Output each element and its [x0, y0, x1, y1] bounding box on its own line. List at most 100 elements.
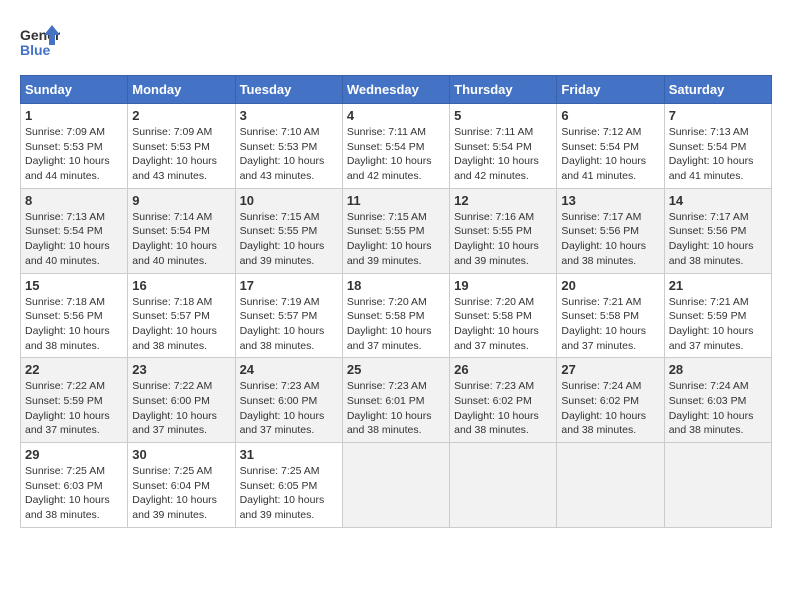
day-info: Sunrise: 7:18 AM Sunset: 5:57 PM Dayligh…: [132, 295, 230, 354]
calendar-cell: 19 Sunrise: 7:20 AM Sunset: 5:58 PM Dayl…: [450, 273, 557, 358]
day-info: Sunrise: 7:15 AM Sunset: 5:55 PM Dayligh…: [240, 210, 338, 269]
day-number: 19: [454, 278, 552, 293]
calendar-day-header: Saturday: [664, 76, 771, 104]
calendar-cell: 31 Sunrise: 7:25 AM Sunset: 6:05 PM Dayl…: [235, 443, 342, 528]
day-number: 17: [240, 278, 338, 293]
calendar-week-row: 8 Sunrise: 7:13 AM Sunset: 5:54 PM Dayli…: [21, 188, 772, 273]
day-info: Sunrise: 7:25 AM Sunset: 6:03 PM Dayligh…: [25, 464, 123, 523]
svg-text:Blue: Blue: [20, 42, 51, 58]
calendar-day-header: Thursday: [450, 76, 557, 104]
day-number: 14: [669, 193, 767, 208]
day-info: Sunrise: 7:20 AM Sunset: 5:58 PM Dayligh…: [347, 295, 445, 354]
calendar-day-header: Monday: [128, 76, 235, 104]
calendar-cell: 8 Sunrise: 7:13 AM Sunset: 5:54 PM Dayli…: [21, 188, 128, 273]
logo-icon: General Blue: [20, 20, 60, 60]
day-number: 30: [132, 447, 230, 462]
day-number: 24: [240, 362, 338, 377]
day-info: Sunrise: 7:23 AM Sunset: 6:01 PM Dayligh…: [347, 379, 445, 438]
page-header: General Blue: [20, 20, 772, 60]
calendar-cell: 20 Sunrise: 7:21 AM Sunset: 5:58 PM Dayl…: [557, 273, 664, 358]
calendar-cell: 3 Sunrise: 7:10 AM Sunset: 5:53 PM Dayli…: [235, 104, 342, 189]
calendar-cell: 25 Sunrise: 7:23 AM Sunset: 6:01 PM Dayl…: [342, 358, 449, 443]
calendar-cell: 2 Sunrise: 7:09 AM Sunset: 5:53 PM Dayli…: [128, 104, 235, 189]
calendar-cell: 13 Sunrise: 7:17 AM Sunset: 5:56 PM Dayl…: [557, 188, 664, 273]
day-info: Sunrise: 7:16 AM Sunset: 5:55 PM Dayligh…: [454, 210, 552, 269]
calendar-cell: 9 Sunrise: 7:14 AM Sunset: 5:54 PM Dayli…: [128, 188, 235, 273]
calendar-cell: [450, 443, 557, 528]
calendar-cell: 5 Sunrise: 7:11 AM Sunset: 5:54 PM Dayli…: [450, 104, 557, 189]
day-info: Sunrise: 7:09 AM Sunset: 5:53 PM Dayligh…: [25, 125, 123, 184]
calendar-cell: 23 Sunrise: 7:22 AM Sunset: 6:00 PM Dayl…: [128, 358, 235, 443]
day-number: 11: [347, 193, 445, 208]
calendar-header-row: SundayMondayTuesdayWednesdayThursdayFrid…: [21, 76, 772, 104]
calendar-cell: 4 Sunrise: 7:11 AM Sunset: 5:54 PM Dayli…: [342, 104, 449, 189]
day-info: Sunrise: 7:21 AM Sunset: 5:58 PM Dayligh…: [561, 295, 659, 354]
calendar-cell: 30 Sunrise: 7:25 AM Sunset: 6:04 PM Dayl…: [128, 443, 235, 528]
calendar-week-row: 15 Sunrise: 7:18 AM Sunset: 5:56 PM Dayl…: [21, 273, 772, 358]
calendar-cell: 15 Sunrise: 7:18 AM Sunset: 5:56 PM Dayl…: [21, 273, 128, 358]
day-number: 7: [669, 108, 767, 123]
calendar-week-row: 22 Sunrise: 7:22 AM Sunset: 5:59 PM Dayl…: [21, 358, 772, 443]
day-number: 27: [561, 362, 659, 377]
calendar-table: SundayMondayTuesdayWednesdayThursdayFrid…: [20, 75, 772, 528]
day-info: Sunrise: 7:24 AM Sunset: 6:02 PM Dayligh…: [561, 379, 659, 438]
day-number: 12: [454, 193, 552, 208]
day-info: Sunrise: 7:15 AM Sunset: 5:55 PM Dayligh…: [347, 210, 445, 269]
day-info: Sunrise: 7:11 AM Sunset: 5:54 PM Dayligh…: [347, 125, 445, 184]
calendar-day-header: Wednesday: [342, 76, 449, 104]
day-info: Sunrise: 7:18 AM Sunset: 5:56 PM Dayligh…: [25, 295, 123, 354]
day-number: 5: [454, 108, 552, 123]
day-number: 26: [454, 362, 552, 377]
day-info: Sunrise: 7:09 AM Sunset: 5:53 PM Dayligh…: [132, 125, 230, 184]
day-number: 15: [25, 278, 123, 293]
calendar-day-header: Friday: [557, 76, 664, 104]
day-info: Sunrise: 7:14 AM Sunset: 5:54 PM Dayligh…: [132, 210, 230, 269]
day-info: Sunrise: 7:20 AM Sunset: 5:58 PM Dayligh…: [454, 295, 552, 354]
calendar-cell: 16 Sunrise: 7:18 AM Sunset: 5:57 PM Dayl…: [128, 273, 235, 358]
day-number: 8: [25, 193, 123, 208]
calendar-cell: [664, 443, 771, 528]
calendar-week-row: 1 Sunrise: 7:09 AM Sunset: 5:53 PM Dayli…: [21, 104, 772, 189]
day-number: 25: [347, 362, 445, 377]
day-number: 28: [669, 362, 767, 377]
day-number: 23: [132, 362, 230, 377]
calendar-cell: 7 Sunrise: 7:13 AM Sunset: 5:54 PM Dayli…: [664, 104, 771, 189]
day-info: Sunrise: 7:23 AM Sunset: 6:00 PM Dayligh…: [240, 379, 338, 438]
day-info: Sunrise: 7:25 AM Sunset: 6:05 PM Dayligh…: [240, 464, 338, 523]
day-number: 6: [561, 108, 659, 123]
calendar-cell: 17 Sunrise: 7:19 AM Sunset: 5:57 PM Dayl…: [235, 273, 342, 358]
day-number: 1: [25, 108, 123, 123]
calendar-cell: 11 Sunrise: 7:15 AM Sunset: 5:55 PM Dayl…: [342, 188, 449, 273]
day-info: Sunrise: 7:13 AM Sunset: 5:54 PM Dayligh…: [25, 210, 123, 269]
day-info: Sunrise: 7:11 AM Sunset: 5:54 PM Dayligh…: [454, 125, 552, 184]
calendar-cell: 14 Sunrise: 7:17 AM Sunset: 5:56 PM Dayl…: [664, 188, 771, 273]
day-number: 29: [25, 447, 123, 462]
calendar-cell: 12 Sunrise: 7:16 AM Sunset: 5:55 PM Dayl…: [450, 188, 557, 273]
calendar-cell: 18 Sunrise: 7:20 AM Sunset: 5:58 PM Dayl…: [342, 273, 449, 358]
day-number: 22: [25, 362, 123, 377]
day-number: 31: [240, 447, 338, 462]
day-info: Sunrise: 7:17 AM Sunset: 5:56 PM Dayligh…: [561, 210, 659, 269]
day-info: Sunrise: 7:10 AM Sunset: 5:53 PM Dayligh…: [240, 125, 338, 184]
day-info: Sunrise: 7:23 AM Sunset: 6:02 PM Dayligh…: [454, 379, 552, 438]
day-number: 20: [561, 278, 659, 293]
day-info: Sunrise: 7:17 AM Sunset: 5:56 PM Dayligh…: [669, 210, 767, 269]
calendar-cell: 10 Sunrise: 7:15 AM Sunset: 5:55 PM Dayl…: [235, 188, 342, 273]
calendar-cell: [342, 443, 449, 528]
calendar-day-header: Tuesday: [235, 76, 342, 104]
calendar-cell: 1 Sunrise: 7:09 AM Sunset: 5:53 PM Dayli…: [21, 104, 128, 189]
calendar-cell: 29 Sunrise: 7:25 AM Sunset: 6:03 PM Dayl…: [21, 443, 128, 528]
calendar-week-row: 29 Sunrise: 7:25 AM Sunset: 6:03 PM Dayl…: [21, 443, 772, 528]
calendar-body: 1 Sunrise: 7:09 AM Sunset: 5:53 PM Dayli…: [21, 104, 772, 528]
day-info: Sunrise: 7:13 AM Sunset: 5:54 PM Dayligh…: [669, 125, 767, 184]
day-number: 13: [561, 193, 659, 208]
calendar-cell: 27 Sunrise: 7:24 AM Sunset: 6:02 PM Dayl…: [557, 358, 664, 443]
calendar-cell: 6 Sunrise: 7:12 AM Sunset: 5:54 PM Dayli…: [557, 104, 664, 189]
day-info: Sunrise: 7:12 AM Sunset: 5:54 PM Dayligh…: [561, 125, 659, 184]
day-info: Sunrise: 7:21 AM Sunset: 5:59 PM Dayligh…: [669, 295, 767, 354]
day-info: Sunrise: 7:19 AM Sunset: 5:57 PM Dayligh…: [240, 295, 338, 354]
day-number: 10: [240, 193, 338, 208]
day-number: 9: [132, 193, 230, 208]
day-info: Sunrise: 7:25 AM Sunset: 6:04 PM Dayligh…: [132, 464, 230, 523]
day-number: 16: [132, 278, 230, 293]
